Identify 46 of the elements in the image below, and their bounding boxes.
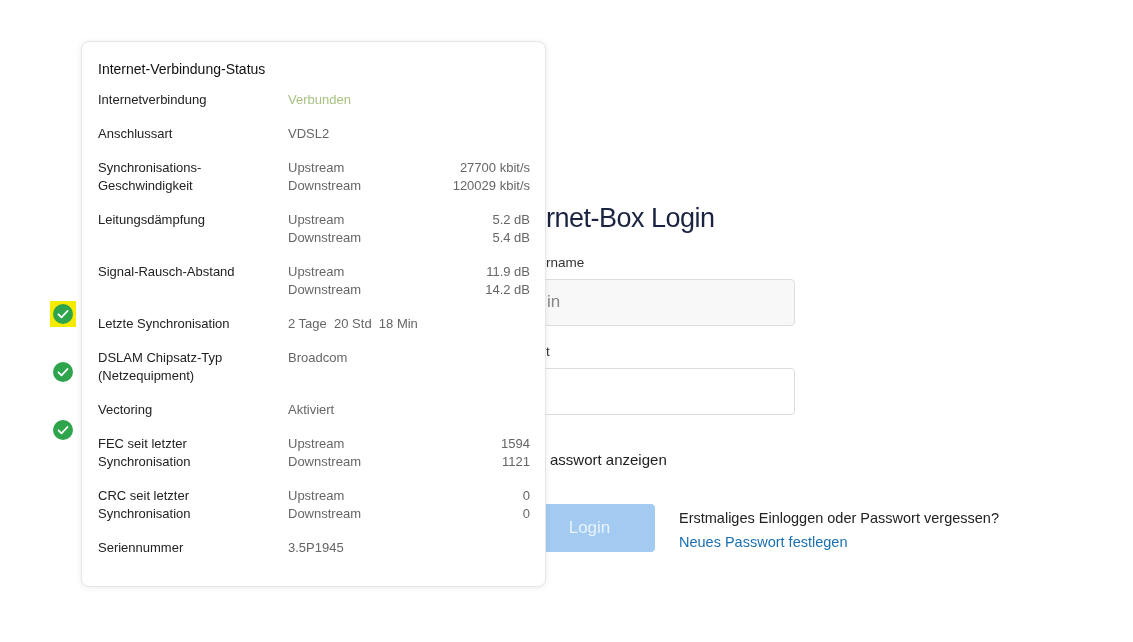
row-label: Synchronisations- Geschwindigkeit <box>98 159 203 195</box>
row-label: Vectoring <box>98 401 154 419</box>
stream-name: Downstream <box>288 229 361 247</box>
row-value: 2 Tage 20 Std 18 Min <box>288 315 418 333</box>
row-value: 3.5P1945 <box>288 539 344 557</box>
stream-value: 5.4 dB <box>492 229 530 247</box>
field-label: rname <box>545 253 586 272</box>
stream-name: Downstream <box>288 177 361 195</box>
reset-password-link[interactable]: Neues Passwort festlegen <box>679 529 999 554</box>
row-label: Signal-Rausch-Abstand <box>98 263 236 281</box>
field-label: t <box>545 342 551 361</box>
popup-title: Internet-Verbindung-Status <box>98 60 267 79</box>
stream-value: 0 <box>522 487 530 505</box>
row-label: Seriennummer <box>98 539 185 557</box>
row-label: Letzte Synchronisation <box>98 315 231 333</box>
row-value: Broadcom <box>288 349 348 367</box>
stream-name: Downstream <box>288 281 361 299</box>
row-label: FEC seit letzter Synchronisation <box>98 435 192 471</box>
stream-name: Upstream <box>288 487 345 505</box>
stream-name: Upstream <box>288 211 345 229</box>
stream-value: 0 <box>522 505 530 523</box>
stream-value: 11.9 dB <box>486 263 530 281</box>
stream-name: Downstream <box>288 505 361 523</box>
page-title: rnet-Box Login <box>545 202 716 235</box>
help-text: Erstmaliges Einloggen oder Passwort vergessen? <box>679 508 999 528</box>
stream-value: 5.2 dB <box>492 211 530 229</box>
stream-value: 1121 <box>502 453 530 471</box>
row-label: Anschlussart <box>98 125 174 143</box>
status-value: Verbunden <box>288 91 351 109</box>
stream-name: Upstream <box>288 263 345 281</box>
row-value: Aktiviert <box>288 401 335 419</box>
row-value: VDSL2 <box>288 125 330 143</box>
stream-name: Upstream <box>288 435 345 453</box>
row-label: Leitungsdämpfung <box>98 211 206 229</box>
stream-value: 1594 <box>501 435 530 453</box>
stream-name: Downstream <box>288 453 361 471</box>
row-label: CRC seit letzter Synchronisation <box>98 487 192 523</box>
checkbox-label: asswort anzeigen <box>549 450 668 470</box>
stream-value: 27700 kbit/s <box>459 159 530 177</box>
stream-value: 14.2 dB <box>485 281 530 299</box>
stream-value: 120029 kbit/s <box>452 177 530 195</box>
check-circle-icon <box>53 420 73 440</box>
check-circle-icon <box>53 362 73 382</box>
row-label: DSLAM Chipsatz-Typ (Netzequipment) <box>98 349 224 385</box>
stream-name: Upstream <box>288 159 345 177</box>
row-label: Internetverbindung <box>98 91 208 109</box>
